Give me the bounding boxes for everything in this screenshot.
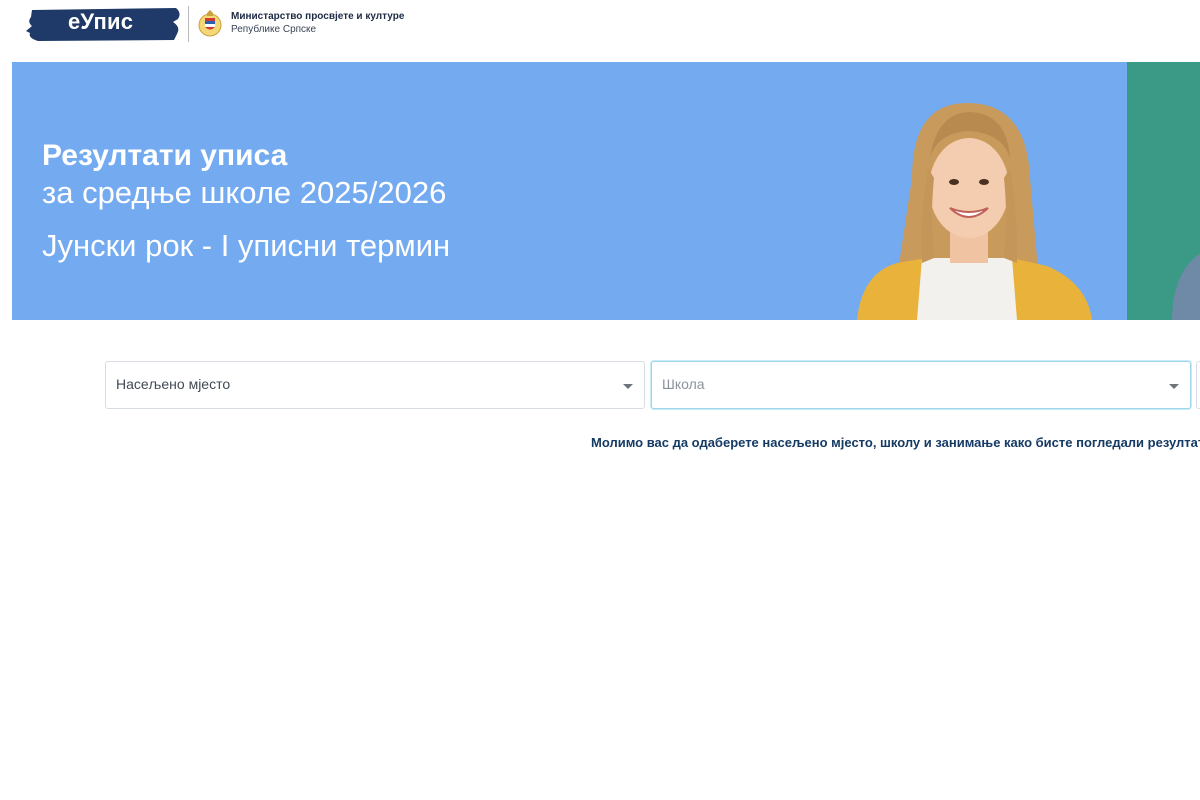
coat-of-arms-icon [198, 10, 222, 37]
school-select-placeholder: Школа [662, 376, 705, 392]
school-select[interactable]: Школа [651, 361, 1191, 409]
page: еУпис Министарство просвјете и културе Р… [0, 0, 1200, 800]
selection-hint: Молимо вас да одаберете насељено мјесто,… [591, 435, 1200, 450]
banner-subtitle: за средње школе 2025/2026 [42, 175, 447, 210]
settlement-select-value: Насељено мјесто [116, 376, 231, 392]
banner-title: Резултати уписа [42, 139, 288, 172]
logo-divider [188, 6, 189, 42]
caret-down-icon [1169, 384, 1179, 389]
ministry-region: Републике Српске [231, 24, 317, 35]
caret-down-icon [623, 384, 633, 389]
student-photo [857, 103, 1092, 320]
settlement-select[interactable]: Насељено мјесто [105, 361, 645, 409]
hero-banner: Резултати уписа за средње школе 2025/202… [12, 62, 1200, 320]
occupation-select[interactable] [1196, 361, 1200, 409]
logo-text[interactable]: еУпис [68, 9, 133, 35]
second-student-photo [1172, 253, 1200, 320]
header: еУпис Министарство просвјете и културе Р… [0, 0, 1200, 50]
ministry-name: Министарство просвјете и културе [231, 11, 405, 22]
banner-term: Јунски рок - I уписни термин [42, 228, 451, 263]
